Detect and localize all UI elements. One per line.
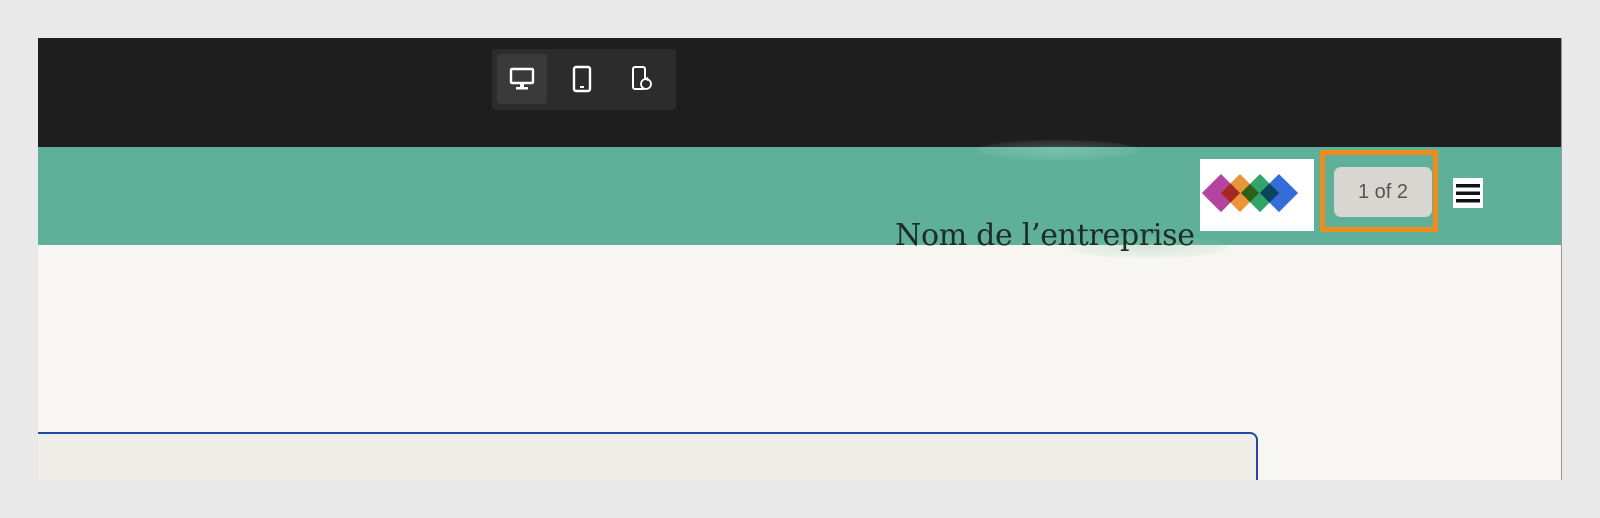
- company-logo[interactable]: [1200, 159, 1314, 231]
- menu-button[interactable]: [1453, 178, 1483, 208]
- content-card: [38, 432, 1258, 480]
- tablet-view-button[interactable]: [557, 54, 607, 104]
- tablet-icon: [572, 65, 592, 93]
- logo-diamonds-icon: [1201, 173, 1299, 213]
- frame-edge: [1561, 38, 1562, 480]
- preview-frame: Nom de l’entreprise 1 of 2: [38, 38, 1562, 480]
- company-name[interactable]: Nom de l’entreprise: [895, 218, 1195, 253]
- desktop-icon: [509, 67, 535, 90]
- editor-toolbar: [38, 38, 1562, 147]
- device-switcher: [492, 49, 676, 110]
- hamburger-icon: [1456, 184, 1480, 203]
- mobile-rotate-icon: [632, 66, 652, 90]
- desktop-view-button[interactable]: [497, 54, 547, 104]
- header-glow: [978, 140, 1138, 160]
- mobile-rotate-view-button[interactable]: [617, 54, 667, 104]
- pager-button[interactable]: 1 of 2: [1334, 167, 1432, 217]
